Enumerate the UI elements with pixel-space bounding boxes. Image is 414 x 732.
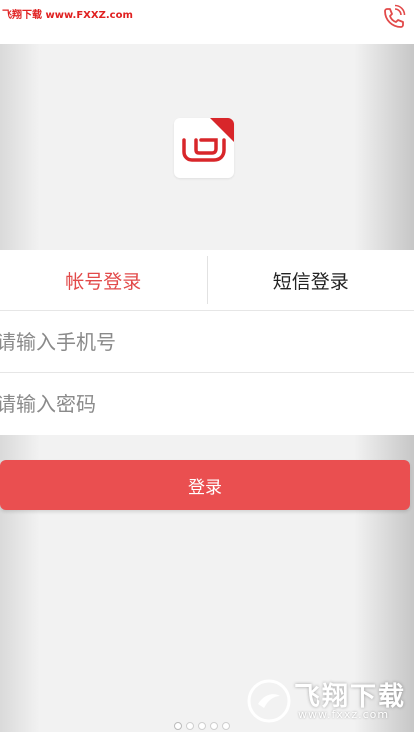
pager-dot[interactable] <box>222 722 230 730</box>
pager-dots <box>174 722 230 730</box>
pager-dot[interactable] <box>198 722 206 730</box>
pager-dot[interactable] <box>186 722 194 730</box>
pager-dot[interactable] <box>210 722 218 730</box>
pager-dot[interactable] <box>174 722 182 730</box>
tab-account-login[interactable]: 帐号登录 <box>0 250 207 310</box>
phone-call-icon[interactable] <box>380 4 406 30</box>
chevron-right-icon[interactable] <box>390 346 410 372</box>
phone-input[interactable] <box>0 311 410 372</box>
phone-field-row <box>0 311 414 373</box>
login-button[interactable]: 登录 <box>0 460 410 510</box>
logo-corner-badge <box>210 118 234 142</box>
login-tabs: 帐号登录 短信登录 <box>0 250 414 311</box>
password-input[interactable] <box>0 373 410 435</box>
watermark-text: 飞翔下载 www.FXXZ.com <box>2 10 133 21</box>
watermark-url: www.fxxz.com <box>298 708 390 721</box>
app-logo <box>174 118 234 178</box>
tab-sms-login[interactable]: 短信登录 <box>208 250 414 310</box>
watermark-emblem-icon <box>247 679 291 723</box>
watermark-logo: 飞翔下载 www.fxxz.com <box>246 672 408 728</box>
chevron-left-icon[interactable] <box>2 346 22 372</box>
password-field-row <box>0 373 414 435</box>
top-header: 飞翔下载 www.FXXZ.com <box>0 0 414 44</box>
